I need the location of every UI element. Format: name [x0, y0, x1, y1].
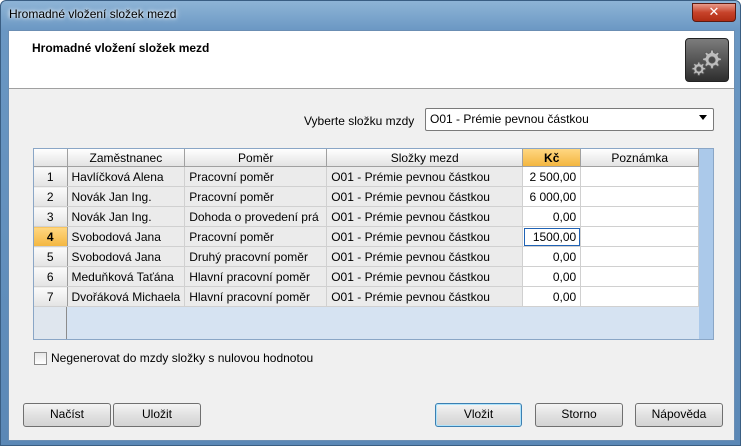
close-button[interactable]: ✕ [692, 3, 736, 22]
amount-cell[interactable]: 2 500,00 [522, 166, 582, 187]
table-row[interactable]: 1 Havlíčková Alena Pracovní poměr O01 - … [34, 166, 700, 187]
note-cell[interactable] [580, 226, 700, 247]
ratio-cell[interactable]: Dohoda o provedení prá [184, 206, 328, 227]
load-button[interactable]: Načíst [23, 403, 111, 427]
component-cell[interactable]: O01 - Prémie pevnou částkou [326, 206, 524, 227]
skip-zero-label[interactable]: Negenerovat do mzdy složky s nulovou hod… [51, 351, 313, 365]
employee-cell[interactable]: Novák Jan Ing. [67, 186, 186, 207]
column-header-corner[interactable] [34, 149, 68, 167]
employee-cell[interactable]: Svobodová Jana [67, 246, 186, 267]
cancel-button[interactable]: Storno [535, 403, 623, 427]
column-header-ratio[interactable]: Poměr [184, 149, 328, 167]
table-row[interactable]: 6 Meduňková Taťána Hlavní pracovní poměr… [34, 266, 700, 287]
amount-cell[interactable]: 0,00 [522, 246, 582, 267]
row-number[interactable]: 6 [34, 266, 68, 287]
component-select-value: O01 - Prémie pevnou částkou [430, 112, 589, 126]
component-cell[interactable]: O01 - Prémie pevnou částkou [326, 186, 524, 207]
employee-cell[interactable]: Novák Jan Ing. [67, 206, 186, 227]
note-cell[interactable] [580, 166, 700, 187]
row-number[interactable]: 7 [34, 286, 68, 307]
table-row[interactable]: 7 Dvořáková Michaela Hlavní pracovní pom… [34, 286, 700, 307]
note-cell[interactable] [580, 266, 700, 287]
component-cell[interactable]: O01 - Prémie pevnou částkou [326, 266, 524, 287]
row-number[interactable]: 1 [34, 166, 68, 187]
component-cell[interactable]: O01 - Prémie pevnou částkou [326, 246, 524, 267]
save-button[interactable]: Uložit [113, 403, 201, 427]
skip-zero-checkbox[interactable] [34, 352, 47, 365]
employee-table: Zaměstnanec Poměr Složky mezd Kč Poznámk… [34, 149, 700, 307]
amount-cell[interactable]: 0,00 [522, 206, 582, 227]
row-number[interactable]: 3 [34, 206, 68, 227]
help-button[interactable]: Nápověda [635, 403, 723, 427]
amount-cell[interactable]: 6 000,00 [522, 186, 582, 207]
column-header-employee[interactable]: Zaměstnanec [67, 149, 186, 167]
table-row[interactable]: 5 Svobodová Jana Druhý pracovní poměr O0… [34, 246, 700, 267]
component-cell[interactable]: O01 - Prémie pevnou částkou [326, 286, 524, 307]
column-header-component[interactable]: Složky mezd [326, 149, 524, 167]
close-icon: ✕ [708, 4, 720, 19]
ratio-cell[interactable]: Pracovní poměr [184, 186, 328, 207]
ratio-cell[interactable]: Druhý pracovní poměr [184, 246, 328, 267]
title-bar[interactable]: Hromadné vložení složek mezd ✕ [1, 1, 740, 29]
note-cell[interactable] [580, 246, 700, 267]
chevron-down-icon[interactable] [699, 115, 707, 120]
row-number[interactable]: 5 [34, 246, 68, 267]
insert-button[interactable]: Vložit [435, 403, 522, 427]
table-row[interactable]: 3 Novák Jan Ing. Dohoda o provedení prá … [34, 206, 700, 227]
table-row[interactable]: 2 Novák Jan Ing. Pracovní poměr O01 - Pr… [34, 186, 700, 207]
note-cell[interactable] [580, 186, 700, 207]
table-row-active[interactable]: 4 Svobodová Jana Pracovní poměr O01 - Pr… [34, 226, 700, 247]
gear-icon [685, 38, 729, 82]
employee-cell[interactable]: Meduňková Taťána [67, 266, 186, 287]
dialog-client-area: Hromadné vložení složek mezd Vyberte slo… [8, 30, 735, 441]
note-cell[interactable] [580, 286, 700, 307]
amount-cell[interactable]: 0,00 [522, 266, 582, 287]
dialog-window: Hromadné vložení složek mezd ✕ Hromadné … [0, 0, 741, 446]
component-cell[interactable]: O01 - Prémie pevnou částkou [326, 166, 524, 187]
row-number-active[interactable]: 4 [34, 226, 68, 247]
row-number[interactable]: 2 [34, 186, 68, 207]
employee-cell[interactable]: Dvořáková Michaela [67, 286, 186, 307]
amount-cell-editing[interactable]: 1500,00 [522, 226, 582, 247]
component-select[interactable]: O01 - Prémie pevnou částkou [425, 108, 714, 131]
employee-grid: Zaměstnanec Poměr Složky mezd Kč Poznámk… [33, 148, 714, 340]
component-cell[interactable]: O01 - Prémie pevnou částkou [326, 226, 524, 247]
header-panel: Hromadné vložení složek mezd [9, 31, 734, 89]
note-cell[interactable] [580, 206, 700, 227]
ratio-cell[interactable]: Hlavní pracovní poměr [184, 266, 328, 287]
header-title: Hromadné vložení složek mezd [32, 41, 210, 55]
table-header-row: Zaměstnanec Poměr Složky mezd Kč Poznámk… [34, 149, 700, 167]
ratio-cell[interactable]: Pracovní poměr [184, 166, 328, 187]
amount-cell[interactable]: 0,00 [522, 286, 582, 307]
component-select-label: Vyberte složku mzdy [304, 114, 415, 128]
column-header-note[interactable]: Poznámka [580, 149, 700, 167]
ratio-cell[interactable]: Pracovní poměr [184, 226, 328, 247]
employee-cell[interactable]: Svobodová Jana [67, 226, 186, 247]
employee-cell[interactable]: Havlíčková Alena [67, 166, 186, 187]
column-header-amount[interactable]: Kč [522, 149, 582, 167]
window-title: Hromadné vložení složek mezd [9, 7, 177, 21]
ratio-cell[interactable]: Hlavní pracovní poměr [184, 286, 328, 307]
